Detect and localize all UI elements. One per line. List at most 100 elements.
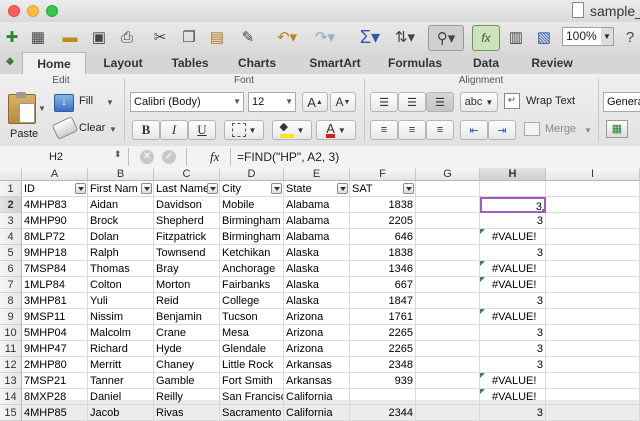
table-cell[interactable]: 3 <box>480 357 546 373</box>
align-top-button[interactable]: ☰ <box>370 92 398 112</box>
table-cell[interactable]: 1761 <box>350 309 416 325</box>
name-box[interactable]: H2 <box>0 148 112 166</box>
enter-icon[interactable]: ✓ <box>162 150 176 164</box>
filter-icon[interactable]: ⚲▾ <box>428 25 464 51</box>
table-cell[interactable]: California <box>284 389 350 405</box>
table-cell[interactable]: #VALUE! <box>480 277 546 293</box>
underline-button[interactable]: U <box>188 120 216 140</box>
table-cell[interactable]: Jacob <box>88 405 154 421</box>
column-header-a[interactable]: A <box>22 168 88 181</box>
table-cell[interactable]: Reid <box>154 293 220 309</box>
table-cell[interactable]: 9MHP47 <box>22 341 88 357</box>
column-header-g[interactable]: G <box>416 168 480 181</box>
table-cell[interactable]: Townsend <box>154 245 220 261</box>
cancel-icon[interactable]: ✕ <box>140 150 154 164</box>
table-cell[interactable]: 3 <box>480 325 546 341</box>
table-cell[interactable]: Richard <box>88 341 154 357</box>
merge-chevron-icon[interactable]: ▼ <box>584 126 592 135</box>
table-cell[interactable]: Sacramento <box>220 405 284 421</box>
table-cell[interactable]: 1847 <box>350 293 416 309</box>
header-cell[interactable]: ID <box>22 181 88 197</box>
align-left-button[interactable]: ≡ <box>370 120 398 140</box>
sort-icon[interactable]: ⇅▾ <box>390 25 420 49</box>
table-cell[interactable]: Yuli <box>88 293 154 309</box>
table-cell[interactable]: 5MHP04 <box>22 325 88 341</box>
borders-button[interactable]: ▼ <box>224 120 264 140</box>
table-cell[interactable] <box>416 309 480 325</box>
table-cell[interactable]: Little Rock <box>220 357 284 373</box>
table-cell[interactable]: Benjamin <box>154 309 220 325</box>
fill-chevron-icon[interactable]: ▼ <box>106 98 114 107</box>
clear-chevron-icon[interactable]: ▼ <box>109 125 117 134</box>
row-header-1[interactable]: 1 <box>0 181 22 197</box>
column-header-h[interactable]: H <box>480 168 546 181</box>
table-cell[interactable]: #VALUE! <box>480 373 546 389</box>
table-cell[interactable] <box>546 213 640 229</box>
row-header-11[interactable]: 11 <box>0 341 22 357</box>
zoom-select[interactable]: 100% ▼ <box>562 27 614 46</box>
table-cell[interactable] <box>546 405 640 421</box>
help-icon[interactable]: ? <box>620 25 640 49</box>
column-header-c[interactable]: C <box>154 168 220 181</box>
tab-home[interactable]: Home <box>22 52 86 75</box>
table-cell[interactable] <box>416 293 480 309</box>
paste-icon[interactable]: ▤ <box>206 25 228 49</box>
error-indicator-icon[interactable] <box>480 261 485 266</box>
row-header-3[interactable]: 3 <box>0 213 22 229</box>
table-cell[interactable]: 4MHP90 <box>22 213 88 229</box>
table-cell[interactable] <box>416 277 480 293</box>
align-center-button[interactable]: ≡ <box>398 120 426 140</box>
table-cell[interactable]: Mobile <box>220 197 284 213</box>
table-cell[interactable] <box>546 293 640 309</box>
table-cell[interactable] <box>416 197 480 213</box>
table-cell[interactable]: Tanner <box>88 373 154 389</box>
increase-indent-button[interactable]: ⇥ <box>488 120 516 140</box>
header-cell[interactable]: SAT <box>350 181 416 197</box>
table-cell[interactable]: 7MSP84 <box>22 261 88 277</box>
decrease-indent-button[interactable]: ⇤ <box>460 120 488 140</box>
row-header-15[interactable]: 15 <box>0 405 22 421</box>
table-cell[interactable]: Davidson <box>154 197 220 213</box>
table-cell[interactable]: Malcolm <box>88 325 154 341</box>
header-cell[interactable]: First Nam <box>88 181 154 197</box>
table-cell[interactable]: Tucson <box>220 309 284 325</box>
table-cell[interactable] <box>546 277 640 293</box>
table-cell[interactable]: Bray <box>154 261 220 277</box>
error-indicator-icon[interactable] <box>480 373 485 378</box>
table-cell[interactable]: 3 <box>480 405 546 421</box>
fill-button[interactable]: Fill <box>79 95 93 107</box>
align-right-button[interactable]: ≡ <box>426 120 454 140</box>
align-middle-button[interactable]: ☰ <box>398 92 426 112</box>
table-cell[interactable] <box>546 357 640 373</box>
italic-button[interactable]: I <box>160 120 188 140</box>
autosum-icon[interactable]: Σ▾ <box>355 25 385 49</box>
row-header-9[interactable]: 9 <box>0 309 22 325</box>
table-cell[interactable]: 3MHP81 <box>22 293 88 309</box>
merge-button[interactable]: Merge <box>545 123 576 135</box>
filter-dropdown-icon[interactable] <box>207 183 218 194</box>
header-cell[interactable] <box>480 181 546 197</box>
table-cell[interactable]: Aidan <box>88 197 154 213</box>
zoom-window-button[interactable] <box>46 5 58 17</box>
table-cell[interactable] <box>416 261 480 277</box>
table-cell[interactable]: Shepherd <box>154 213 220 229</box>
table-cell[interactable]: 939 <box>350 373 416 389</box>
table-cell[interactable]: #VALUE! <box>480 229 546 245</box>
cut-icon[interactable]: ✂ <box>148 25 172 49</box>
table-cell[interactable]: 1838 <box>350 245 416 261</box>
table-cell[interactable]: Alabama <box>284 229 350 245</box>
table-cell[interactable]: Arkansas <box>284 357 350 373</box>
number-format-select[interactable]: Genera <box>603 92 640 112</box>
tab-charts[interactable]: Charts <box>226 52 288 74</box>
table-cell[interactable]: 4MHP83 <box>22 197 88 213</box>
row-header-8[interactable]: 8 <box>0 293 22 309</box>
table-cell[interactable]: Alaska <box>284 245 350 261</box>
table-cell[interactable]: Fairbanks <box>220 277 284 293</box>
clear-button[interactable]: Clear <box>79 122 105 134</box>
table-cell[interactable] <box>416 341 480 357</box>
table-cell[interactable]: California <box>284 405 350 421</box>
increase-font-size-button[interactable]: A ▲ <box>302 92 328 112</box>
table-cell[interactable]: Merritt <box>88 357 154 373</box>
paste-icon[interactable] <box>8 92 36 124</box>
filter-dropdown-icon[interactable] <box>403 183 414 194</box>
